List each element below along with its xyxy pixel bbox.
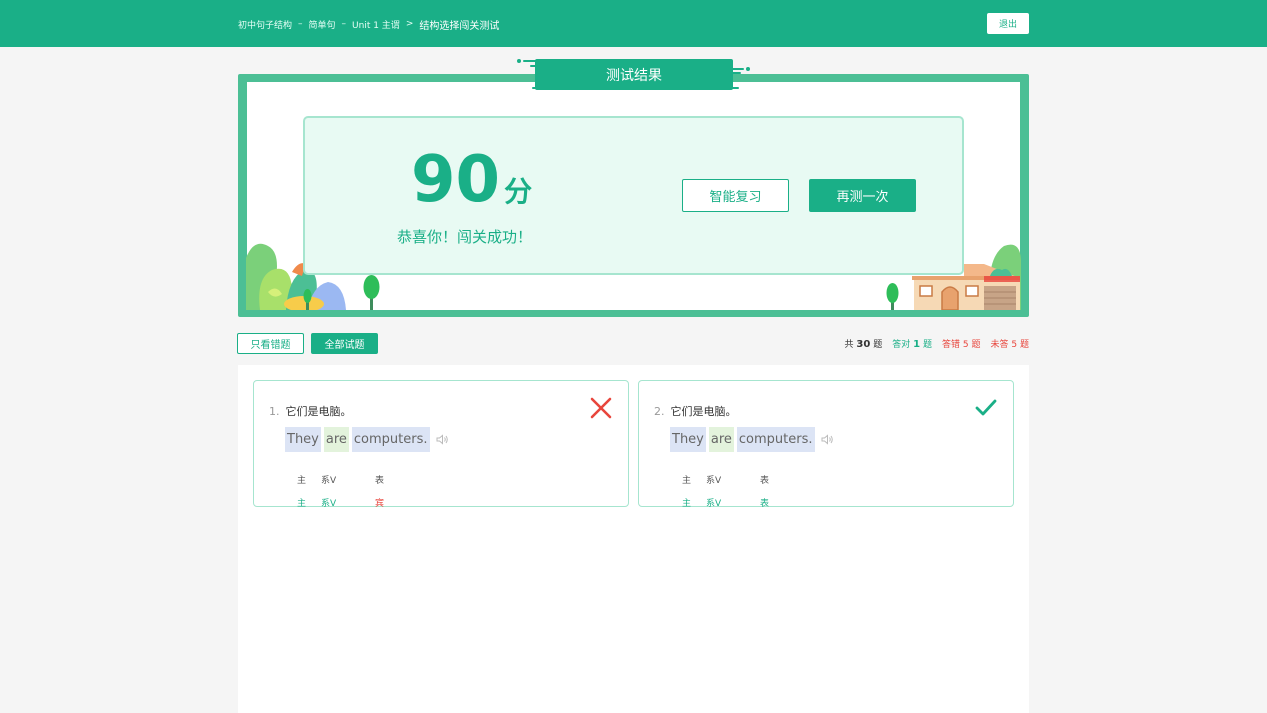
result-title: 测试结果 — [535, 59, 733, 90]
answer-subject: 主 — [682, 476, 692, 486]
score-card: 90 分 恭喜你！闯关成功！ 智能复习 再测一次 — [303, 116, 964, 275]
speaker-icon[interactable] — [821, 434, 834, 445]
question-number: 2. — [654, 405, 665, 418]
speaker-icon[interactable] — [436, 434, 449, 445]
sentence: They are computers. — [285, 427, 449, 452]
word-predicative: computers. — [351, 427, 430, 452]
filter-wrong-only-button[interactable]: 只看错题 — [237, 333, 304, 354]
stats-summary: 共 30 题 答对 1 题 答错 5 题 未答 5 题 — [800, 337, 1029, 351]
key-verb: 系V — [321, 499, 337, 509]
score-unit: 分 — [504, 175, 533, 208]
breadcrumb-item-chapter[interactable]: 简单句 — [309, 18, 336, 31]
stat-total: 共 30 题 — [844, 339, 883, 350]
check-icon — [975, 399, 997, 416]
cross-icon — [590, 397, 612, 419]
key-predicative: 表 — [760, 499, 770, 509]
success-message: 恭喜你！闯关成功！ — [397, 228, 533, 246]
ribbon-right-deco-icon — [731, 67, 750, 89]
question-prompt: 2. 它们是电脑。 — [654, 403, 737, 419]
word-subject: They — [285, 427, 321, 452]
stat-wrong: 答错 5 题 — [941, 340, 981, 350]
question-card[interactable]: 2. 它们是电脑。 They are computers. 主 系V 表 主 系V… — [638, 380, 1014, 509]
breadcrumb-arrow: > — [405, 19, 414, 29]
question-card[interactable]: 1. 它们是电脑。 They are computers. 主 系V 表 主 系V… — [253, 380, 629, 509]
key-subject: 主 — [682, 499, 692, 509]
word-verb: are — [708, 427, 734, 452]
word-verb: are — [323, 427, 349, 452]
breadcrumb-item-unit[interactable]: Unit 1 主谓 — [352, 18, 400, 31]
answer-verb: 系V — [706, 476, 722, 486]
stat-unanswered: 未答 5 题 — [990, 340, 1029, 350]
exit-button[interactable]: 退出 — [987, 13, 1029, 34]
key-subject: 主 — [297, 499, 307, 509]
key-object: 宾 — [375, 499, 385, 509]
answer-predicative: 表 — [375, 476, 385, 486]
retry-test-button[interactable]: 再测一次 — [809, 179, 916, 212]
smart-review-button[interactable]: 智能复习 — [682, 179, 789, 212]
question-prompt: 1. 它们是电脑。 — [269, 403, 352, 419]
filter-all-button[interactable]: 全部试题 — [311, 333, 378, 354]
answer-subject: 主 — [297, 476, 307, 486]
answer-predicative: 表 — [760, 476, 770, 486]
breadcrumb-current: 结构选择闯关测试 — [419, 20, 500, 32]
answer-verb: 系V — [321, 476, 337, 486]
breadcrumb: 初中句子结构 – 简单句 – Unit 1 主谓 > 结构选择闯关测试 — [238, 16, 499, 32]
question-text: 它们是电脑。 — [285, 405, 352, 418]
breadcrumb-separator: – — [298, 19, 303, 29]
word-predicative: computers. — [736, 427, 815, 452]
top-bar: 初中句子结构 – 简单句 – Unit 1 主谓 > 结构选择闯关测试 退出 — [0, 0, 1267, 47]
questions-list: 1. 它们是电脑。 They are computers. 主 系V 表 主 系V… — [238, 365, 1029, 713]
word-subject: They — [670, 427, 706, 452]
score-display: 90 分 — [411, 144, 532, 216]
question-number: 1. — [269, 405, 280, 418]
breadcrumb-separator: – — [341, 19, 347, 29]
key-verb: 系V — [706, 499, 722, 509]
question-text: 它们是电脑。 — [670, 405, 737, 418]
sentence: They are computers. — [670, 427, 834, 452]
breadcrumb-item-course[interactable]: 初中句子结构 — [238, 18, 292, 31]
score-value: 90 — [411, 143, 501, 217]
stat-correct: 答对 1 题 — [892, 339, 932, 350]
